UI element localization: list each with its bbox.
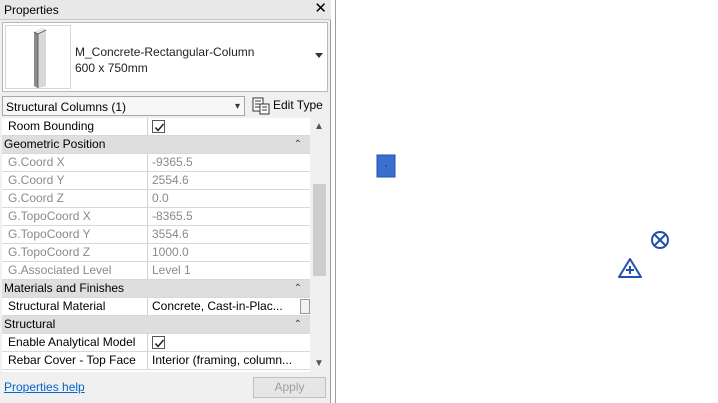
- property-value: 2554.6: [152, 173, 189, 187]
- edit-type-label: Edit Type: [273, 98, 323, 112]
- drawing-canvas[interactable]: [335, 0, 718, 403]
- property-value: 0.0: [152, 191, 169, 205]
- property-value[interactable]: [148, 118, 300, 135]
- survey-point-icon[interactable]: [618, 257, 646, 281]
- scroll-down-icon[interactable]: ▼: [314, 358, 324, 369]
- category-filter-label: Structural Columns (1): [6, 100, 127, 114]
- edit-type-button[interactable]: Edit Type: [251, 95, 329, 117]
- property-row[interactable]: Room Bounding: [2, 118, 310, 136]
- property-row[interactable]: G.Coord X -9365.5: [2, 154, 310, 172]
- apply-button[interactable]: Apply: [253, 377, 326, 398]
- properties-panel: Properties ✕ M_Concrete-Rectangular-Colu…: [0, 0, 331, 403]
- property-row[interactable]: G.Coord Y 2554.6: [2, 172, 310, 190]
- property-name: G.TopoCoord Y: [2, 226, 148, 243]
- properties-help-link[interactable]: Properties help: [4, 380, 85, 394]
- property-value[interactable]: Interior (framing, column...: [148, 352, 300, 369]
- property-name: Enable Analytical Model: [2, 334, 148, 351]
- group-title: Geometric Position: [4, 137, 106, 151]
- collapse-icon[interactable]: ⌃: [294, 280, 302, 297]
- property-value: 3554.6: [152, 227, 189, 241]
- property-name: Rebar Cover - Top Face: [2, 352, 148, 369]
- column-symbol[interactable]: [376, 154, 398, 180]
- type-selector[interactable]: M_Concrete-Rectangular-Column 600 x 750m…: [2, 22, 328, 92]
- column-thumbnail: [5, 25, 71, 89]
- panel-title: Properties: [4, 3, 59, 17]
- property-value: Level 1: [152, 263, 191, 277]
- property-value[interactable]: [148, 334, 300, 351]
- type-name: M_Concrete-Rectangular-Column: [75, 45, 255, 59]
- analytical-node-icon[interactable]: [650, 230, 672, 252]
- property-name: G.Coord X: [2, 154, 148, 171]
- property-row[interactable]: G.Associated Level Level 1: [2, 262, 310, 280]
- group-title: Materials and Finishes: [4, 281, 125, 295]
- scrollbar-thumb[interactable]: [313, 184, 326, 276]
- property-row[interactable]: G.TopoCoord X -8365.5: [2, 208, 310, 226]
- group-title: Structural: [4, 317, 56, 331]
- close-icon[interactable]: ✕: [314, 1, 327, 17]
- property-row[interactable]: Rebar Cover - Top Face Interior (framing,…: [2, 352, 310, 370]
- properties-scrollbar[interactable]: ▲ ▼: [311, 118, 328, 372]
- property-row[interactable]: G.Coord Z 0.0: [2, 190, 310, 208]
- property-name: G.Associated Level: [2, 262, 148, 279]
- scroll-up-icon[interactable]: ▲: [314, 121, 324, 132]
- browse-button[interactable]: [300, 299, 310, 314]
- type-size: 600 x 750mm: [75, 61, 148, 75]
- group-header[interactable]: Materials and Finishes ⌃: [2, 280, 310, 298]
- properties-grid: Room Bounding Geometric Position ⌃ G.Coord …: [2, 118, 310, 372]
- properties-titlebar: Properties ✕: [0, 0, 331, 20]
- collapse-icon[interactable]: ⌃: [294, 316, 302, 333]
- collapse-icon[interactable]: ⌃: [294, 136, 302, 153]
- property-name: G.Coord Y: [2, 172, 148, 189]
- property-value: -9365.5: [152, 155, 193, 169]
- property-row[interactable]: G.TopoCoord Z 1000.0: [2, 244, 310, 262]
- property-name: Structural Material: [2, 298, 148, 315]
- category-filter-dropdown[interactable]: Structural Columns (1) ▾: [2, 96, 245, 116]
- edit-type-icon: [252, 97, 270, 118]
- property-value: 1000.0: [152, 245, 189, 259]
- chevron-down-icon: ▾: [234, 101, 240, 112]
- property-value[interactable]: Concrete, Cast-in-Plac...: [148, 298, 300, 315]
- checkbox-checked[interactable]: [152, 336, 165, 349]
- property-row[interactable]: Enable Analytical Model: [2, 334, 310, 352]
- group-header[interactable]: Structural ⌃: [2, 316, 310, 334]
- property-name: G.TopoCoord Z: [2, 244, 148, 261]
- property-value: -8365.5: [152, 209, 193, 223]
- checkbox-checked[interactable]: [152, 120, 165, 133]
- property-name: G.Coord Z: [2, 190, 148, 207]
- property-row[interactable]: Structural Material Concrete, Cast-in-Pla…: [2, 298, 310, 316]
- property-name: G.TopoCoord X: [2, 208, 148, 225]
- property-row[interactable]: G.TopoCoord Y 3554.6: [2, 226, 310, 244]
- chevron-down-icon[interactable]: [315, 53, 323, 58]
- group-header[interactable]: Geometric Position ⌃: [2, 136, 310, 154]
- property-name: Room Bounding: [2, 118, 148, 135]
